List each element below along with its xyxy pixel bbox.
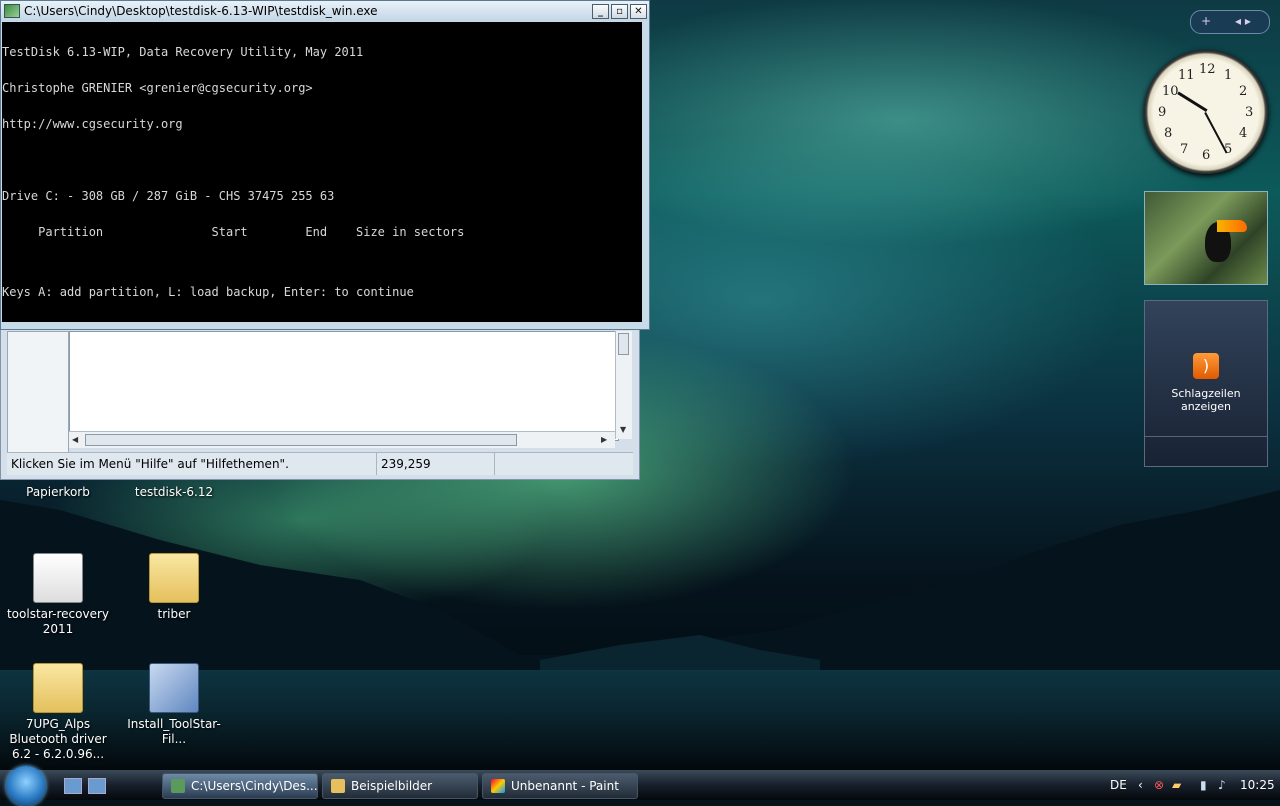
taskbar-item-label: Beispielbilder [351, 779, 433, 793]
clock-number: 7 [1180, 142, 1189, 157]
toucan-beak-image [1217, 220, 1247, 232]
clock-gadget[interactable]: 12 1 2 3 4 5 6 7 8 9 10 11 [1144, 50, 1268, 174]
sidebar-controls[interactable]: + ◂ ▸ [1190, 10, 1270, 34]
desktop-icon-testdisk-612[interactable]: testdisk-6.12 [119, 485, 229, 500]
taskbar-clock[interactable]: 10:25 [1240, 770, 1275, 800]
taskbar: C:\Users\Cindy\Des... Beispielbilder Unb… [0, 766, 1280, 806]
vertical-scroll-thumb[interactable] [618, 333, 629, 355]
desktop-icon-recycle-bin[interactable]: Papierkorb [3, 485, 113, 500]
volume-icon[interactable]: ♪ [1218, 770, 1226, 800]
paint-vertical-scrollbar[interactable]: ▼ [615, 331, 632, 439]
toolstar-recovery-icon [33, 553, 83, 603]
clock-number: 11 [1178, 68, 1195, 83]
clock-number: 8 [1164, 126, 1173, 141]
desktop-icon-label: toolstar-recovery 2011 [6, 607, 110, 636]
console-title: C:\Users\Cindy\Desktop\testdisk-6.13-WIP… [24, 4, 378, 18]
desktop-icon-toolstar-recovery[interactable]: toolstar-recovery 2011 [3, 553, 113, 637]
console-line: http://www.cgsecurity.org [2, 117, 183, 131]
console-app-icon [171, 779, 185, 793]
console-app-icon [4, 4, 20, 18]
desktop-icon-label: testdisk-6.12 [134, 485, 214, 499]
taskbar-item-beispielbilder[interactable]: Beispielbilder [322, 773, 478, 799]
clock-number: 3 [1245, 105, 1254, 120]
clock-hour-hand [1177, 91, 1208, 112]
console-keys-hint: Keys A: add partition, L: load backup, E… [2, 285, 414, 299]
start-button[interactable] [6, 766, 46, 806]
clock-number: 12 [1199, 62, 1216, 77]
power-icon[interactable]: ▮ [1200, 770, 1207, 800]
clock-number: 9 [1158, 105, 1167, 120]
security-alert-icon[interactable]: ⊗ [1154, 770, 1164, 800]
paint-status-bar: Klicken Sie im Menü "Hilfe" auf "Hilfeth… [7, 452, 633, 475]
clock-number: 10 [1162, 84, 1179, 99]
clock-number: 4 [1239, 126, 1248, 141]
console-output[interactable]: TestDisk 6.13-WIP, Data Recovery Utility… [2, 22, 642, 322]
gadget-nav-arrows[interactable]: ◂ ▸ [1235, 14, 1251, 28]
taskbar-item-testdisk[interactable]: C:\Users\Cindy\Des... [162, 773, 318, 799]
installer-icon [149, 663, 199, 713]
taskbar-item-paint[interactable]: Unbenannt - Paint [482, 773, 638, 799]
paint-canvas[interactable] [69, 331, 619, 441]
folder-icon [149, 553, 199, 603]
clock-number: 6 [1202, 148, 1211, 163]
feeds-divider [1145, 436, 1267, 437]
rss-icon: ) [1193, 353, 1219, 379]
testdisk-console-window[interactable]: C:\Users\Cindy\Desktop\testdisk-6.13-WIP… [0, 0, 650, 330]
network-icon[interactable]: ▰ [1172, 770, 1181, 800]
maximize-button[interactable]: ▫ [611, 3, 628, 19]
desktop-icon-label: Install_ToolStar-Fil... [127, 717, 221, 746]
scroll-left-icon[interactable]: ◀ [72, 435, 78, 444]
console-scrollbar[interactable] [642, 22, 648, 322]
partition-table-header: Partition Start End Size in sectors [2, 225, 465, 239]
status-help-text: Klicken Sie im Menü "Hilfe" auf "Hilfeth… [7, 453, 377, 475]
taskbar-item-label: Unbenannt - Paint [511, 779, 619, 793]
close-button[interactable]: ✕ [630, 3, 647, 19]
feed-headlines-gadget[interactable]: ) Schlagzeilen anzeigen [1144, 300, 1268, 467]
paint-toolbox[interactable] [7, 331, 69, 461]
desktop-icon-label: Papierkorb [26, 485, 90, 499]
desktop-icon-label: triber [157, 607, 191, 621]
console-line: Drive C: - 308 GB / 287 GiB - CHS 37475 … [2, 189, 335, 203]
horizontal-scroll-thumb[interactable] [85, 434, 517, 446]
paint-app-icon [491, 779, 505, 793]
console-line: TestDisk 6.13-WIP, Data Recovery Utility… [2, 45, 364, 59]
desktop-icon-label: 7UPG_Alps Bluetooth driver 6.2 - 6.2.0.9… [9, 717, 107, 761]
desktop-icon-install-toolstar[interactable]: Install_ToolStar-Fil... [119, 663, 229, 747]
feeds-label[interactable]: Schlagzeilen anzeigen [1145, 387, 1267, 413]
show-hidden-icons-icon[interactable]: ‹ [1138, 770, 1143, 800]
paint-horizontal-scrollbar[interactable]: ◀ ▶ [69, 431, 615, 448]
clock-number: 2 [1239, 84, 1248, 99]
paint-window[interactable]: ▼ ◀ ▶ Klicken Sie im Menü "Hilfe" auf "H… [0, 320, 640, 480]
folder-icon [33, 663, 83, 713]
taskbar-item-label: C:\Users\Cindy\Des... [191, 779, 318, 793]
scroll-right-icon[interactable]: ▶ [601, 435, 607, 444]
desktop-icon-triber[interactable]: triber [119, 553, 229, 622]
desktop-icon-alps-bluetooth[interactable]: 7UPG_Alps Bluetooth driver 6.2 - 6.2.0.9… [3, 663, 113, 762]
add-gadget-button[interactable]: + [1201, 14, 1211, 28]
show-desktop-icon[interactable] [64, 778, 82, 794]
scroll-down-icon[interactable]: ▼ [620, 425, 626, 434]
status-size [495, 453, 633, 475]
language-indicator[interactable]: DE [1110, 770, 1127, 800]
clock-number: 1 [1224, 68, 1233, 83]
minimize-button[interactable]: _ [592, 3, 609, 19]
status-coordinates: 239,259 [377, 453, 495, 475]
switch-windows-icon[interactable] [88, 778, 106, 794]
console-line: Christophe GRENIER <grenier@cgsecurity.o… [2, 81, 313, 95]
slideshow-gadget[interactable] [1144, 191, 1268, 285]
folder-icon [331, 779, 345, 793]
console-titlebar[interactable]: C:\Users\Cindy\Desktop\testdisk-6.13-WIP… [1, 1, 649, 21]
